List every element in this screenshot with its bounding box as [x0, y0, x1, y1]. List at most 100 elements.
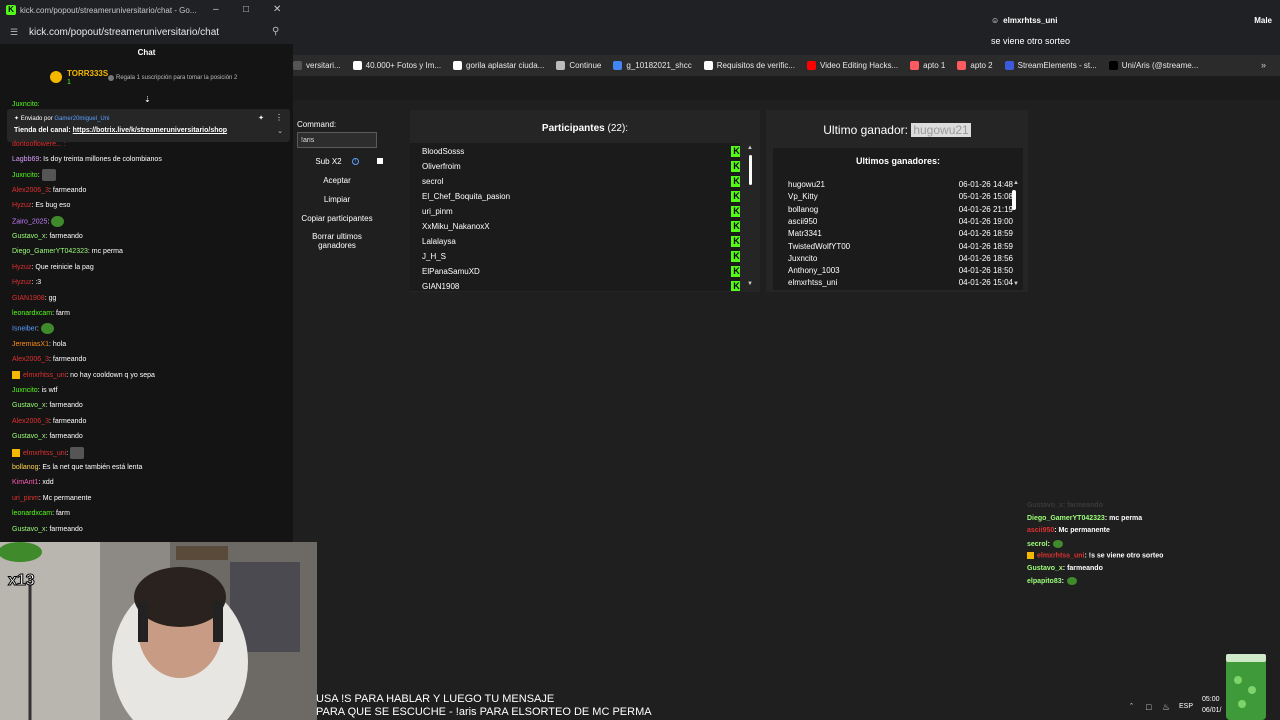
minimize-icon[interactable]: –: [213, 4, 219, 15]
chat-username[interactable]: Lagbb69: [12, 156, 39, 163]
bookmark-item[interactable]: Continue: [556, 61, 601, 70]
pin-icon[interactable]: ✦: [258, 114, 264, 122]
clear-winners-button[interactable]: Borrar ultimos ganadores: [297, 232, 377, 250]
participants-count: (22):: [607, 123, 629, 134]
bookmark-item[interactable]: StreamElements - st...: [1004, 61, 1097, 70]
clear-button[interactable]: Limpiar: [297, 195, 377, 204]
chat-message: leonardxcam: farm: [12, 308, 70, 320]
address-bar[interactable]: ☰ kick.com/popout/streameruniversitario/…: [0, 22, 293, 44]
close-icon[interactable]: ✕: [273, 4, 281, 15]
chat-username[interactable]: Juxncito: [12, 387, 38, 394]
network-icon[interactable]: □: [1146, 702, 1151, 712]
chat-username[interactable]: Hyzuz: [12, 279, 31, 286]
chat-partial-message: doritooflowere... :: [12, 141, 66, 148]
bookmark-item[interactable]: 40.000+ Fotos y Im...: [352, 61, 441, 70]
bookmark-label: versitari...: [306, 61, 341, 70]
site-settings-icon[interactable]: ☰: [10, 27, 18, 38]
chat-username[interactable]: JeremiasX1: [12, 341, 49, 348]
overlay-chat-username: elpapito83: [1027, 577, 1062, 585]
page-strip: [293, 76, 1280, 100]
chat-username[interactable]: leonardxcam: [12, 310, 52, 317]
chat-text: : Mc permanente: [38, 494, 92, 502]
gift-sub-banner[interactable]: TORR333S 1 Regala 1 suscripción para tom…: [50, 69, 280, 89]
language-indicator[interactable]: ESP: [1179, 703, 1193, 710]
chat-username[interactable]: Alex2006_3: [12, 356, 49, 363]
scroll-thumb[interactable]: [749, 155, 752, 185]
chat-username[interactable]: Zairo_2025: [12, 218, 47, 225]
chat-username[interactable]: elmxrhtss_uni: [23, 449, 66, 456]
chat-username[interactable]: Gustavo_x: [12, 526, 45, 533]
volume-icon[interactable]: ♨: [1162, 702, 1170, 713]
bookmark-item[interactable]: Uni/Aris (@streame...: [1108, 61, 1198, 70]
bookmark-icon: [1108, 61, 1118, 70]
chat-username[interactable]: Hyzuz: [12, 202, 31, 209]
chevron-down-icon[interactable]: ⌄: [277, 127, 283, 135]
url-text[interactable]: kick.com/popout/streameruniversitario/ch…: [29, 27, 219, 38]
chat-username[interactable]: bollanog: [12, 464, 38, 471]
chat-username[interactable]: Alex2006_3: [12, 418, 49, 425]
winner-name: bollanog: [788, 204, 819, 214]
accept-button[interactable]: Aceptar: [297, 176, 377, 185]
chat-username[interactable]: Gustavo_x: [12, 433, 45, 440]
clock-time[interactable]: 05:00: [1202, 696, 1220, 703]
chevron-up-icon[interactable]: ˆ: [1130, 702, 1133, 712]
chat-text: : farm: [52, 510, 70, 518]
participants-list[interactable]: BloodSosss K Oliverfroim Ksecrol K El_Chef_Bo…: [410, 143, 740, 291]
chat-username[interactable]: uri_pinm: [12, 495, 39, 502]
chat-username[interactable]: Alex2006_3: [12, 187, 49, 194]
bookmark-label: apto 2: [970, 61, 993, 70]
chat-username[interactable]: elmxrhtss_uni: [23, 372, 66, 379]
chat-message: Hyzuz: Es bug eso: [12, 200, 70, 212]
chat-username[interactable]: Gustavo_x: [12, 233, 45, 240]
shop-link[interactable]: https://botrix.live/k/streameruniversita…: [73, 127, 227, 134]
winners-list[interactable]: Ultimos ganadores: ▲ ▼ hugowu21 06-01-26 …: [773, 148, 1023, 290]
participants-scrollbar[interactable]: ▲ ▼: [747, 145, 753, 290]
bookmark-item[interactable]: Video Editing Hacks...: [807, 61, 898, 70]
maximize-icon[interactable]: □: [243, 4, 249, 15]
chat-popout-window: K kick.com/popout/streameruniversitario/…: [0, 0, 293, 542]
bookmark-item[interactable]: apto 2: [957, 61, 993, 70]
bookmark-label: StreamElements - st...: [1017, 61, 1097, 70]
kick-badge-icon: K: [731, 146, 740, 157]
search-icon[interactable]: ⚲: [272, 26, 279, 37]
chat-username[interactable]: KimAnt1: [12, 479, 38, 486]
bookmark-item[interactable]: versitari...: [293, 61, 341, 70]
chat-text: : farmeando: [45, 402, 83, 410]
bookmark-item[interactable]: g_10182021_shcc: [613, 61, 692, 70]
scroll-down-icon[interactable]: ▼: [747, 281, 753, 287]
chat-username[interactable]: Juxncito: [12, 172, 38, 179]
more-options-icon[interactable]: ⋮: [275, 113, 283, 122]
scroll-down-icon[interactable]: ▼: [1013, 281, 1019, 287]
chevron-right-icon[interactable]: »: [1261, 60, 1266, 70]
bookmark-label: apto 1: [923, 61, 946, 70]
scroll-to-bottom-icon[interactable]: ⇣: [144, 95, 151, 104]
chat-text: : hola: [48, 340, 67, 348]
chat-message: uri_pinm: Mc permanente: [12, 493, 91, 505]
copy-participants-button[interactable]: Copiar participantes: [297, 214, 377, 223]
message-text: se viene otro sorteo: [991, 36, 1071, 46]
scroll-up-icon[interactable]: ▲: [747, 145, 753, 151]
chat-username[interactable]: Isneiber: [12, 326, 37, 333]
chat-username[interactable]: Gustavo_x: [12, 402, 45, 409]
overlay-chat-text: : mc perma: [1104, 514, 1143, 522]
chat-username[interactable]: Diego_GamerYT042323: [12, 248, 88, 255]
scroll-up-icon[interactable]: ▲: [1013, 180, 1019, 186]
info-icon[interactable]: i: [351, 158, 359, 166]
chat-username[interactable]: leonardxcam: [12, 510, 52, 517]
chat-username[interactable]: GIAN1908: [12, 295, 45, 302]
clock-date[interactable]: 06/01/: [1202, 707, 1221, 714]
chat-username[interactable]: Hyzuz: [12, 264, 31, 271]
bookmark-item[interactable]: gorila aplastar ciuda...: [453, 61, 544, 70]
cat-emote-icon: [70, 446, 85, 459]
bookmark-item[interactable]: Requisitos de verific...: [703, 61, 795, 70]
pepe-emote-icon: [1066, 577, 1077, 585]
kick-badge-icon: K: [731, 251, 740, 262]
participant-name: Lalalaysa: [422, 237, 456, 246]
bookmark-item[interactable]: apto 1: [910, 61, 945, 70]
chat-text: :: [66, 449, 69, 457]
sub-x2-checkbox[interactable]: [377, 158, 383, 164]
command-input[interactable]: [297, 132, 377, 148]
subtitle-line-1: USA !S PARA HABLAR Y LUEGO TU MENSAJE: [316, 693, 555, 705]
pinned-message[interactable]: ✦ Enviado por Gamer20miguel_Uni Tienda d…: [7, 109, 290, 142]
sub-x2-toggle[interactable]: Sub X2 i: [297, 157, 377, 166]
